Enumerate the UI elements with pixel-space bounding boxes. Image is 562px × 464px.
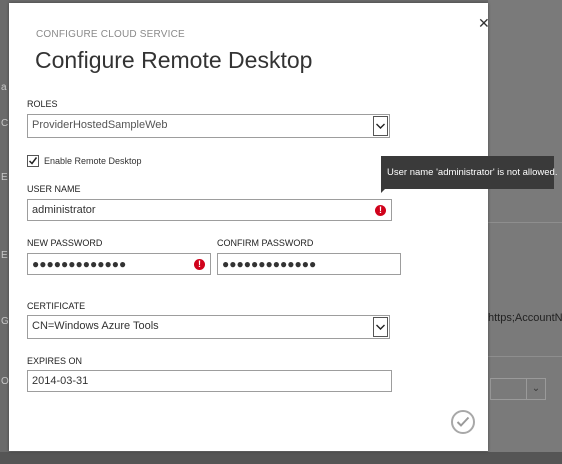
background-divider [488, 222, 562, 223]
roles-select[interactable]: ProviderHostedSampleWeb [27, 114, 390, 138]
screen: https;AccountNa ⌄ a C E E G O ✕ CONFIGUR… [0, 0, 562, 464]
new-password-label: NEW PASSWORD [27, 238, 103, 248]
enable-remote-desktop[interactable]: Enable Remote Desktop [27, 155, 142, 167]
page-title: Configure Remote Desktop [35, 47, 313, 73]
error-icon: ! [194, 259, 205, 270]
error-icon: ! [375, 205, 386, 216]
expires-on-field[interactable]: 2014-03-31 [27, 370, 392, 392]
confirm-password-value: ●●●●●●●●●●●●● [222, 257, 317, 271]
chevron-down-icon[interactable] [373, 317, 388, 337]
enable-remote-desktop-checkbox[interactable] [27, 155, 39, 167]
ok-button[interactable] [451, 410, 475, 434]
background-fragment: C [1, 118, 9, 129]
roles-value: ProviderHostedSampleWeb [32, 119, 168, 131]
roles-label: ROLES [27, 99, 58, 109]
background-fragment: E [1, 250, 8, 261]
error-tooltip: User name 'administrator' is not allowed… [381, 156, 557, 189]
error-tooltip-arrow [381, 187, 387, 193]
certificate-label: CERTIFICATE [27, 301, 86, 311]
background-footer [0, 452, 562, 464]
background-dropdown: ⌄ [490, 378, 546, 400]
chevron-down-icon: ⌄ [526, 379, 545, 399]
dialog-eyebrow: CONFIGURE CLOUD SERVICE [36, 29, 185, 40]
new-password-field[interactable]: ●●●●●●●●●●●●● ! [27, 253, 211, 275]
close-icon: ✕ [478, 15, 490, 31]
certificate-select[interactable]: CN=Windows Azure Tools [27, 315, 390, 339]
background-fragment: a [1, 82, 7, 93]
confirm-password-label: CONFIRM PASSWORD [217, 238, 314, 248]
user-name-value: administrator [32, 204, 96, 216]
expires-on-label: EXPIRES ON [27, 356, 83, 366]
background-fragment: O [1, 376, 9, 387]
new-password-value: ●●●●●●●●●●●●● [32, 257, 127, 271]
user-name-label: USER NAME [27, 184, 81, 194]
user-name-field[interactable]: administrator ! [27, 199, 392, 221]
background-connection-text: https;AccountNa [488, 312, 562, 324]
enable-remote-desktop-label: Enable Remote Desktop [44, 156, 142, 166]
background-fragment: G [1, 316, 9, 327]
background-fragment: E [1, 172, 8, 183]
expires-on-value: 2014-03-31 [32, 375, 89, 387]
chevron-down-icon[interactable] [373, 116, 388, 136]
configure-remote-desktop-dialog: ✕ CONFIGURE CLOUD SERVICE Configure Remo… [9, 3, 490, 451]
close-button[interactable]: ✕ [478, 16, 490, 30]
certificate-value: CN=Windows Azure Tools [32, 320, 159, 332]
confirm-password-field[interactable]: ●●●●●●●●●●●●● [217, 253, 401, 275]
checkmark-icon [456, 416, 470, 427]
background-divider [488, 356, 562, 357]
